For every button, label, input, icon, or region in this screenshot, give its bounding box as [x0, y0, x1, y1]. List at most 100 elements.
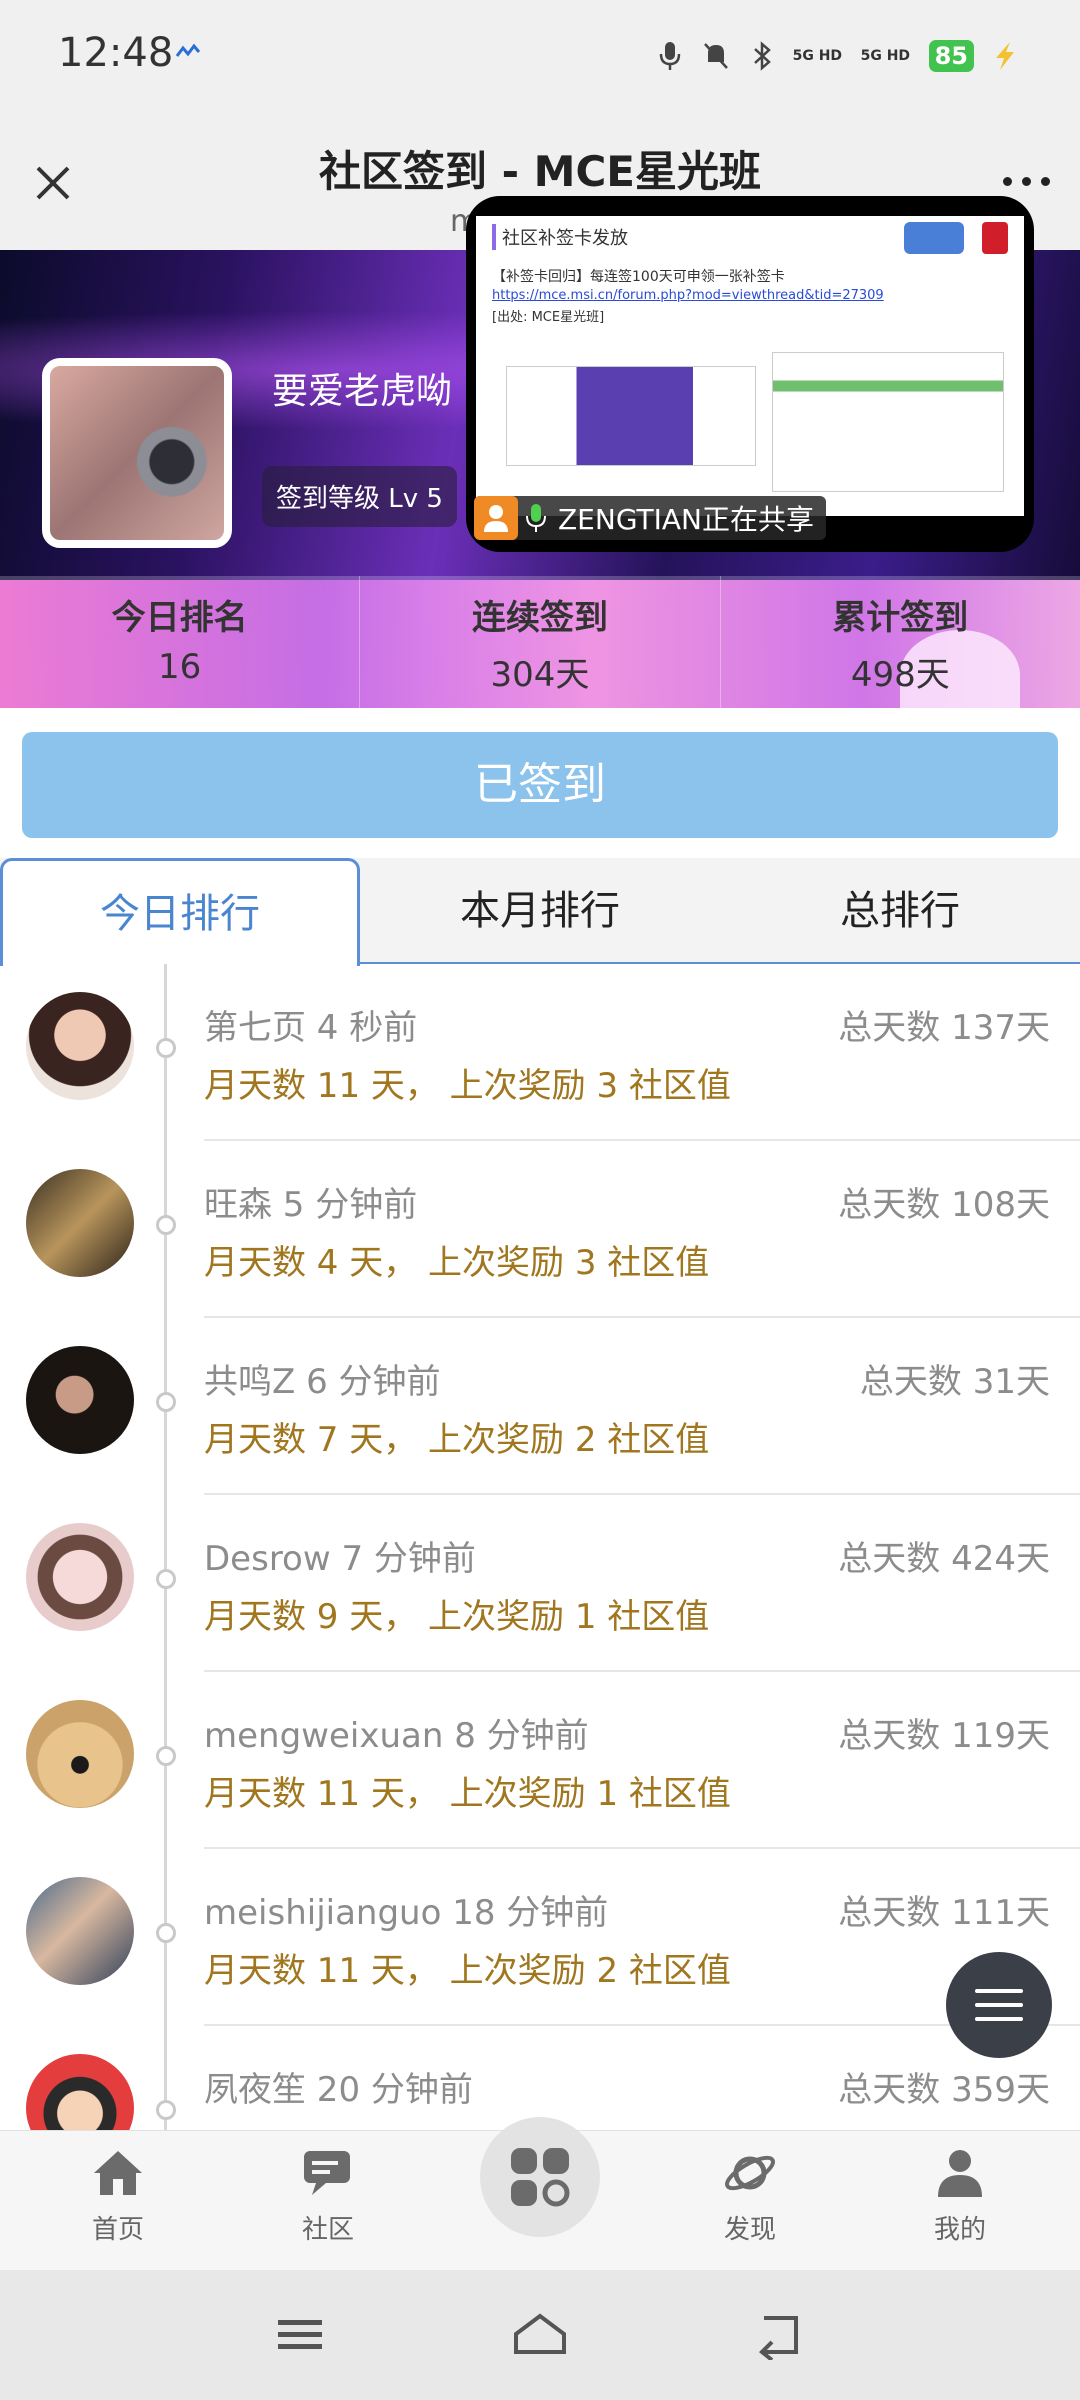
share-status-label: ZENGTIAN正在共享: [474, 496, 826, 540]
row-total-days: 总天数 137天: [838, 1008, 1050, 1048]
data-activity-icon: [175, 44, 201, 57]
stat-today-rank: 今日排名 16: [0, 576, 361, 708]
shared-screenshot-2: [772, 352, 1004, 492]
ranking-list[interactable]: 第七页 4 秒前 总天数 137天 月天数 11 天， 上次奖励 3 社区值 旺…: [0, 964, 1080, 2130]
row-total-days: 总天数 111天: [838, 1893, 1050, 1933]
tab-today-ranking[interactable]: 今日排行: [0, 858, 360, 966]
nav-label: 社区: [301, 2215, 354, 2245]
stat-label: 累计签到: [832, 598, 969, 638]
grid-icon: [511, 2148, 570, 2207]
back-icon[interactable]: [750, 2310, 810, 2360]
row-total-days: 总天数 424天: [838, 1539, 1050, 1579]
shared-doc-line: 【补签卡回归】每连签100天可申领一张补签卡: [492, 269, 785, 285]
stat-streak: 连续签到 304天: [360, 576, 721, 708]
tab-month-ranking[interactable]: 本月排行: [360, 858, 720, 964]
checked-in-button[interactable]: 已签到: [22, 732, 1058, 838]
row-detail: 月天数 2 天， 上次奖励 1 社区值: [204, 2120, 709, 2130]
avatar[interactable]: [26, 1523, 134, 1631]
stat-label: 连续签到: [471, 598, 608, 638]
system-nav-bar: [0, 2270, 1080, 2400]
row-total-days: 总天数 31天: [859, 1362, 1050, 1402]
status-icons: 5G HD 5G HD 85: [655, 34, 1020, 78]
list-item[interactable]: 第七页 4 秒前 总天数 137天 月天数 11 天， 上次奖励 3 社区值: [0, 964, 1080, 1141]
home-icon: [94, 2151, 142, 2195]
person-icon: [474, 496, 518, 540]
screen-share-overlay[interactable]: 社区补签卡发放 【补签卡回归】每连签100天可申领一张补签卡 https://m…: [466, 196, 1034, 552]
avatar[interactable]: [26, 1700, 134, 1808]
menu-icon[interactable]: [270, 2310, 330, 2360]
shared-doc-source: [出处: MCE星光班]: [492, 310, 605, 325]
user-avatar[interactable]: [42, 358, 232, 548]
row-name-time: 第七页 4 秒前: [204, 1008, 418, 1048]
bottom-nav: 首页 社区 发现 我的: [0, 2117, 1080, 2270]
checkin-level-badge: 签到等级 Lv 5: [262, 466, 457, 527]
row-name-time: 旺森 5 分钟前: [204, 1185, 418, 1225]
row-total-days: 总天数 108天: [838, 1185, 1050, 1225]
nav-item-home[interactable]: 首页: [58, 2143, 178, 2246]
more-options-icon[interactable]: [996, 168, 1056, 194]
home-button-icon[interactable]: [510, 2310, 570, 2360]
stat-total: 累计签到 498天: [721, 576, 1080, 708]
row-detail: 月天数 4 天， 上次奖励 3 社区值: [204, 1243, 710, 1283]
stat-value: 304天: [490, 655, 590, 695]
status-bar: 12:48 5G HD 5G HD 85: [0, 0, 1080, 118]
list-item[interactable]: Desrow 7 分钟前 总天数 424天 月天数 9 天， 上次奖励 1 社区…: [0, 1495, 1080, 1672]
row-name-time: 共鸣Z 6 分钟前: [204, 1362, 441, 1402]
status-time: 12:48: [58, 30, 174, 76]
row-total-days: 总天数 359天: [838, 2070, 1050, 2110]
nav-item-center[interactable]: [480, 2117, 600, 2237]
page-title: 社区签到 - MCE星光班: [319, 147, 761, 196]
row-name-time: Desrow 7 分钟前: [204, 1539, 476, 1579]
avatar[interactable]: [26, 1877, 134, 1985]
row-detail: 月天数 11 天， 上次奖励 3 社区值: [204, 1066, 731, 1106]
nav-label: 我的: [933, 2215, 986, 2245]
user-icon: [938, 2150, 982, 2197]
nav-item-community[interactable]: 社区: [268, 2143, 388, 2246]
list-item[interactable]: meishijianguo 18 分钟前 总天数 111天 月天数 11 天， …: [0, 1849, 1080, 2026]
row-name-time: 夙夜笙 20 分钟前: [204, 2070, 473, 2110]
stat-value: 498天: [850, 655, 950, 695]
mic-icon: [518, 496, 554, 540]
list-item[interactable]: 夙夜笙 20 分钟前 总天数 359天 月天数 2 天， 上次奖励 1 社区值: [0, 2026, 1080, 2130]
stat-label: 今日排名: [111, 598, 248, 638]
avatar[interactable]: [26, 992, 134, 1100]
shared-screen-preview: 社区补签卡发放 【补签卡回归】每连签100天可申领一张补签卡 https://m…: [476, 216, 1024, 516]
planet-icon: [725, 2155, 775, 2191]
mute-bell-icon: [703, 43, 728, 69]
tab-total-ranking[interactable]: 总排行: [720, 858, 1080, 964]
timeline-dot: [156, 1923, 176, 1943]
avatar[interactable]: [26, 1169, 134, 1277]
msi-logo-icon: [982, 222, 1008, 254]
list-item[interactable]: 旺森 5 分钟前 总天数 108天 月天数 4 天， 上次奖励 3 社区值: [0, 1141, 1080, 1318]
row-detail: 月天数 11 天， 上次奖励 1 社区值: [204, 1774, 731, 1814]
ranking-tabs: 今日排行 本月排行 总排行: [0, 858, 1080, 966]
nav-item-profile[interactable]: 我的: [900, 2143, 1020, 2246]
timeline-dot: [156, 1038, 176, 1058]
shared-doc-logo: [904, 222, 964, 254]
username: 要爱老虎呦: [272, 371, 453, 412]
signal-2-text: 5G HD: [860, 48, 911, 64]
stat-value: 16: [158, 647, 202, 687]
bluetooth-icon: [753, 41, 771, 71]
shared-doc-title: 社区补签卡发放: [492, 224, 628, 250]
shared-screenshot-1: [506, 366, 756, 466]
timeline-dot: [156, 1569, 176, 1589]
shared-doc-link: https://mce.msi.cn/forum.php?mod=viewthr…: [492, 288, 884, 303]
row-detail: 月天数 7 天， 上次奖励 2 社区值: [204, 1420, 710, 1460]
battery-icon: 85: [928, 40, 974, 72]
floating-menu-button[interactable]: [946, 1952, 1052, 2058]
list-item[interactable]: mengweixuan 8 分钟前 总天数 119天 月天数 11 天， 上次奖…: [0, 1672, 1080, 1849]
checkin-stats: 今日排名 16 连续签到 304天 累计签到 498天: [0, 576, 1080, 708]
avatar[interactable]: [26, 2054, 134, 2130]
timeline-dot: [156, 1392, 176, 1412]
nav-item-discover[interactable]: 发现: [690, 2143, 810, 2246]
chat-icon: [304, 2151, 350, 2195]
list-item[interactable]: 共鸣Z 6 分钟前 总天数 31天 月天数 7 天， 上次奖励 2 社区值: [0, 1318, 1080, 1495]
row-detail: 月天数 9 天， 上次奖励 1 社区值: [204, 1597, 710, 1637]
signal-1-text: 5G HD: [792, 48, 843, 64]
row-name-time: mengweixuan 8 分钟前: [204, 1716, 589, 1756]
row-total-days: 总天数 119天: [838, 1716, 1050, 1756]
timeline-dot: [156, 2100, 176, 2120]
avatar[interactable]: [26, 1346, 134, 1454]
row-name-time: meishijianguo 18 分钟前: [204, 1893, 609, 1933]
